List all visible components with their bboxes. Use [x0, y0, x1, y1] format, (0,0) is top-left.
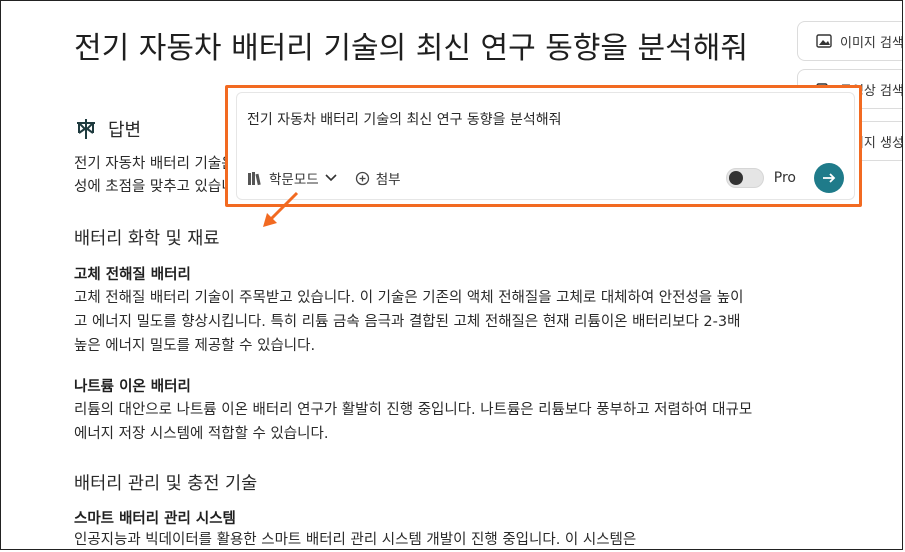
answer-header: 답변: [74, 116, 141, 142]
mode-selector[interactable]: 학문모드: [247, 168, 337, 188]
answer-label: 답변: [108, 120, 142, 141]
arrow-right-icon: [823, 173, 836, 183]
page-title: 전기 자동차 배터리 기술의 최신 연구 동향을 분석해줘: [74, 31, 748, 67]
paragraph-smart-bms: 인공지능과 빅데이터를 활용한 스마트 배터리 관리 시스템 개발이 진행 중입…: [74, 532, 637, 548]
pro-label: Pro: [773, 170, 796, 186]
pro-toggle[interactable]: [725, 168, 764, 188]
image-search-button[interactable]: 이미지 검색: [797, 21, 902, 61]
subheading-solid-state: 고체 전해질 배터리: [74, 267, 191, 283]
query-input-highlight: 전기 자동차 배터리 기술의 최신 연구 동향을 분석해줘 학문모드 첨부 Pr…: [225, 85, 862, 207]
input-toolbar: 학문모드 첨부 Pro: [247, 163, 844, 193]
query-input-card[interactable]: 전기 자동차 배터리 기술의 최신 연구 동향을 분석해줘 학문모드 첨부 Pr…: [236, 92, 855, 200]
query-text[interactable]: 전기 자동차 배터리 기술의 최신 연구 동향을 분석해줘: [247, 109, 562, 129]
attach-button[interactable]: 첨부: [355, 168, 401, 188]
send-button[interactable]: [814, 163, 844, 193]
answer-logo-icon: [77, 119, 95, 139]
books-icon: [248, 171, 261, 185]
section-heading-battery-management: 배터리 관리 및 충전 기술: [74, 474, 258, 494]
toggle-knob: [728, 171, 743, 185]
paragraph-solid-state: 고체 전해질 배터리 기술이 주목받고 있습니다. 이 기술은 기존의 액체 전…: [74, 290, 744, 354]
paragraph-sodium-ion: 리튬의 대안으로 나트륨 이온 배터리 연구가 활발히 진행 중입니다. 나트륨…: [74, 402, 753, 442]
plus-circle-icon: [355, 171, 369, 185]
subheading-smart-bms: 스마트 배터리 관리 시스템: [74, 511, 236, 527]
section-heading-battery-chemistry: 배터리 화학 및 재료: [74, 229, 220, 249]
image-icon: [816, 34, 832, 48]
chevron-down-icon: [325, 174, 337, 182]
annotation-arrow-icon: [263, 191, 299, 227]
app-frame: 전기 자동차 배터리 기술의 최신 연구 동향을 분석해줘 답변 전기 자동차 …: [0, 0, 903, 550]
subheading-sodium-ion: 나트륨 이온 배터리: [74, 379, 191, 395]
